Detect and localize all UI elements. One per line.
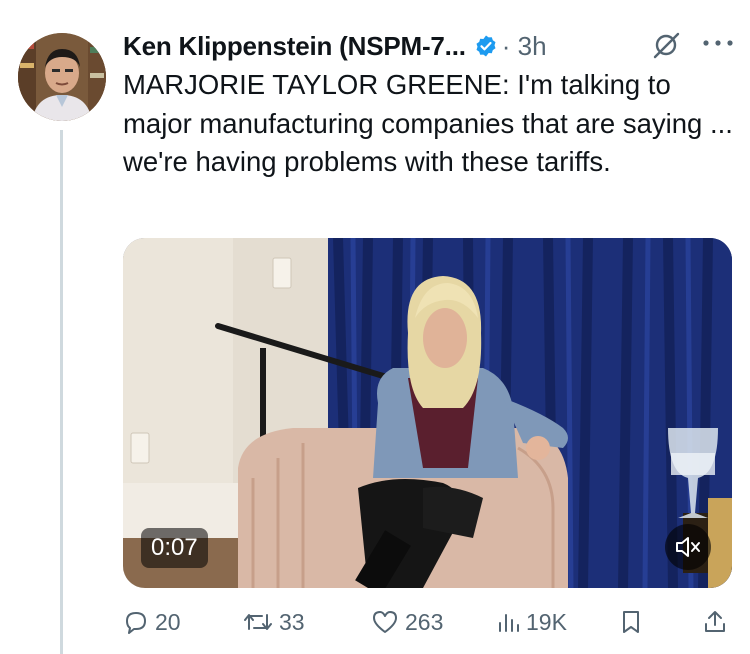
reply-button[interactable]: 20 <box>123 604 181 640</box>
share-icon <box>705 611 725 632</box>
action-bar: 20 33 263 19K <box>123 604 743 640</box>
reply-icon <box>126 612 146 634</box>
tweet-timestamp[interactable]: · 3h <box>502 31 547 62</box>
tweet-text: MARJORIE TAYLOR GREENE: I'm talking to m… <box>123 69 733 177</box>
repost-count: 33 <box>279 608 305 635</box>
share-button[interactable] <box>703 604 733 640</box>
repost-icon <box>244 614 272 630</box>
video-player[interactable]: 0:07 <box>123 238 732 588</box>
views-button[interactable]: 19K <box>496 604 567 640</box>
grok-icon[interactable] <box>651 30 681 60</box>
video-duration: 0:07 <box>141 528 208 568</box>
bookmark-button[interactable] <box>620 604 648 640</box>
bookmark-icon <box>623 611 639 633</box>
reply-count: 20 <box>155 608 181 635</box>
views-icon <box>499 614 519 632</box>
thread-line <box>60 130 63 654</box>
avatar[interactable] <box>18 33 106 121</box>
like-count: 263 <box>405 608 444 635</box>
mute-icon[interactable] <box>665 524 711 570</box>
like-button[interactable]: 263 <box>371 604 443 640</box>
repost-button[interactable]: 33 <box>243 604 305 640</box>
author-name[interactable]: Ken Klippenstein (NSPM-7... <box>123 31 466 62</box>
verified-badge-icon <box>474 34 498 58</box>
more-icon[interactable] <box>698 28 738 58</box>
view-count: 19K <box>526 608 567 635</box>
tweet-header: Ken Klippenstein (NSPM-7... · 3h <box>123 26 743 66</box>
like-icon <box>373 611 397 633</box>
